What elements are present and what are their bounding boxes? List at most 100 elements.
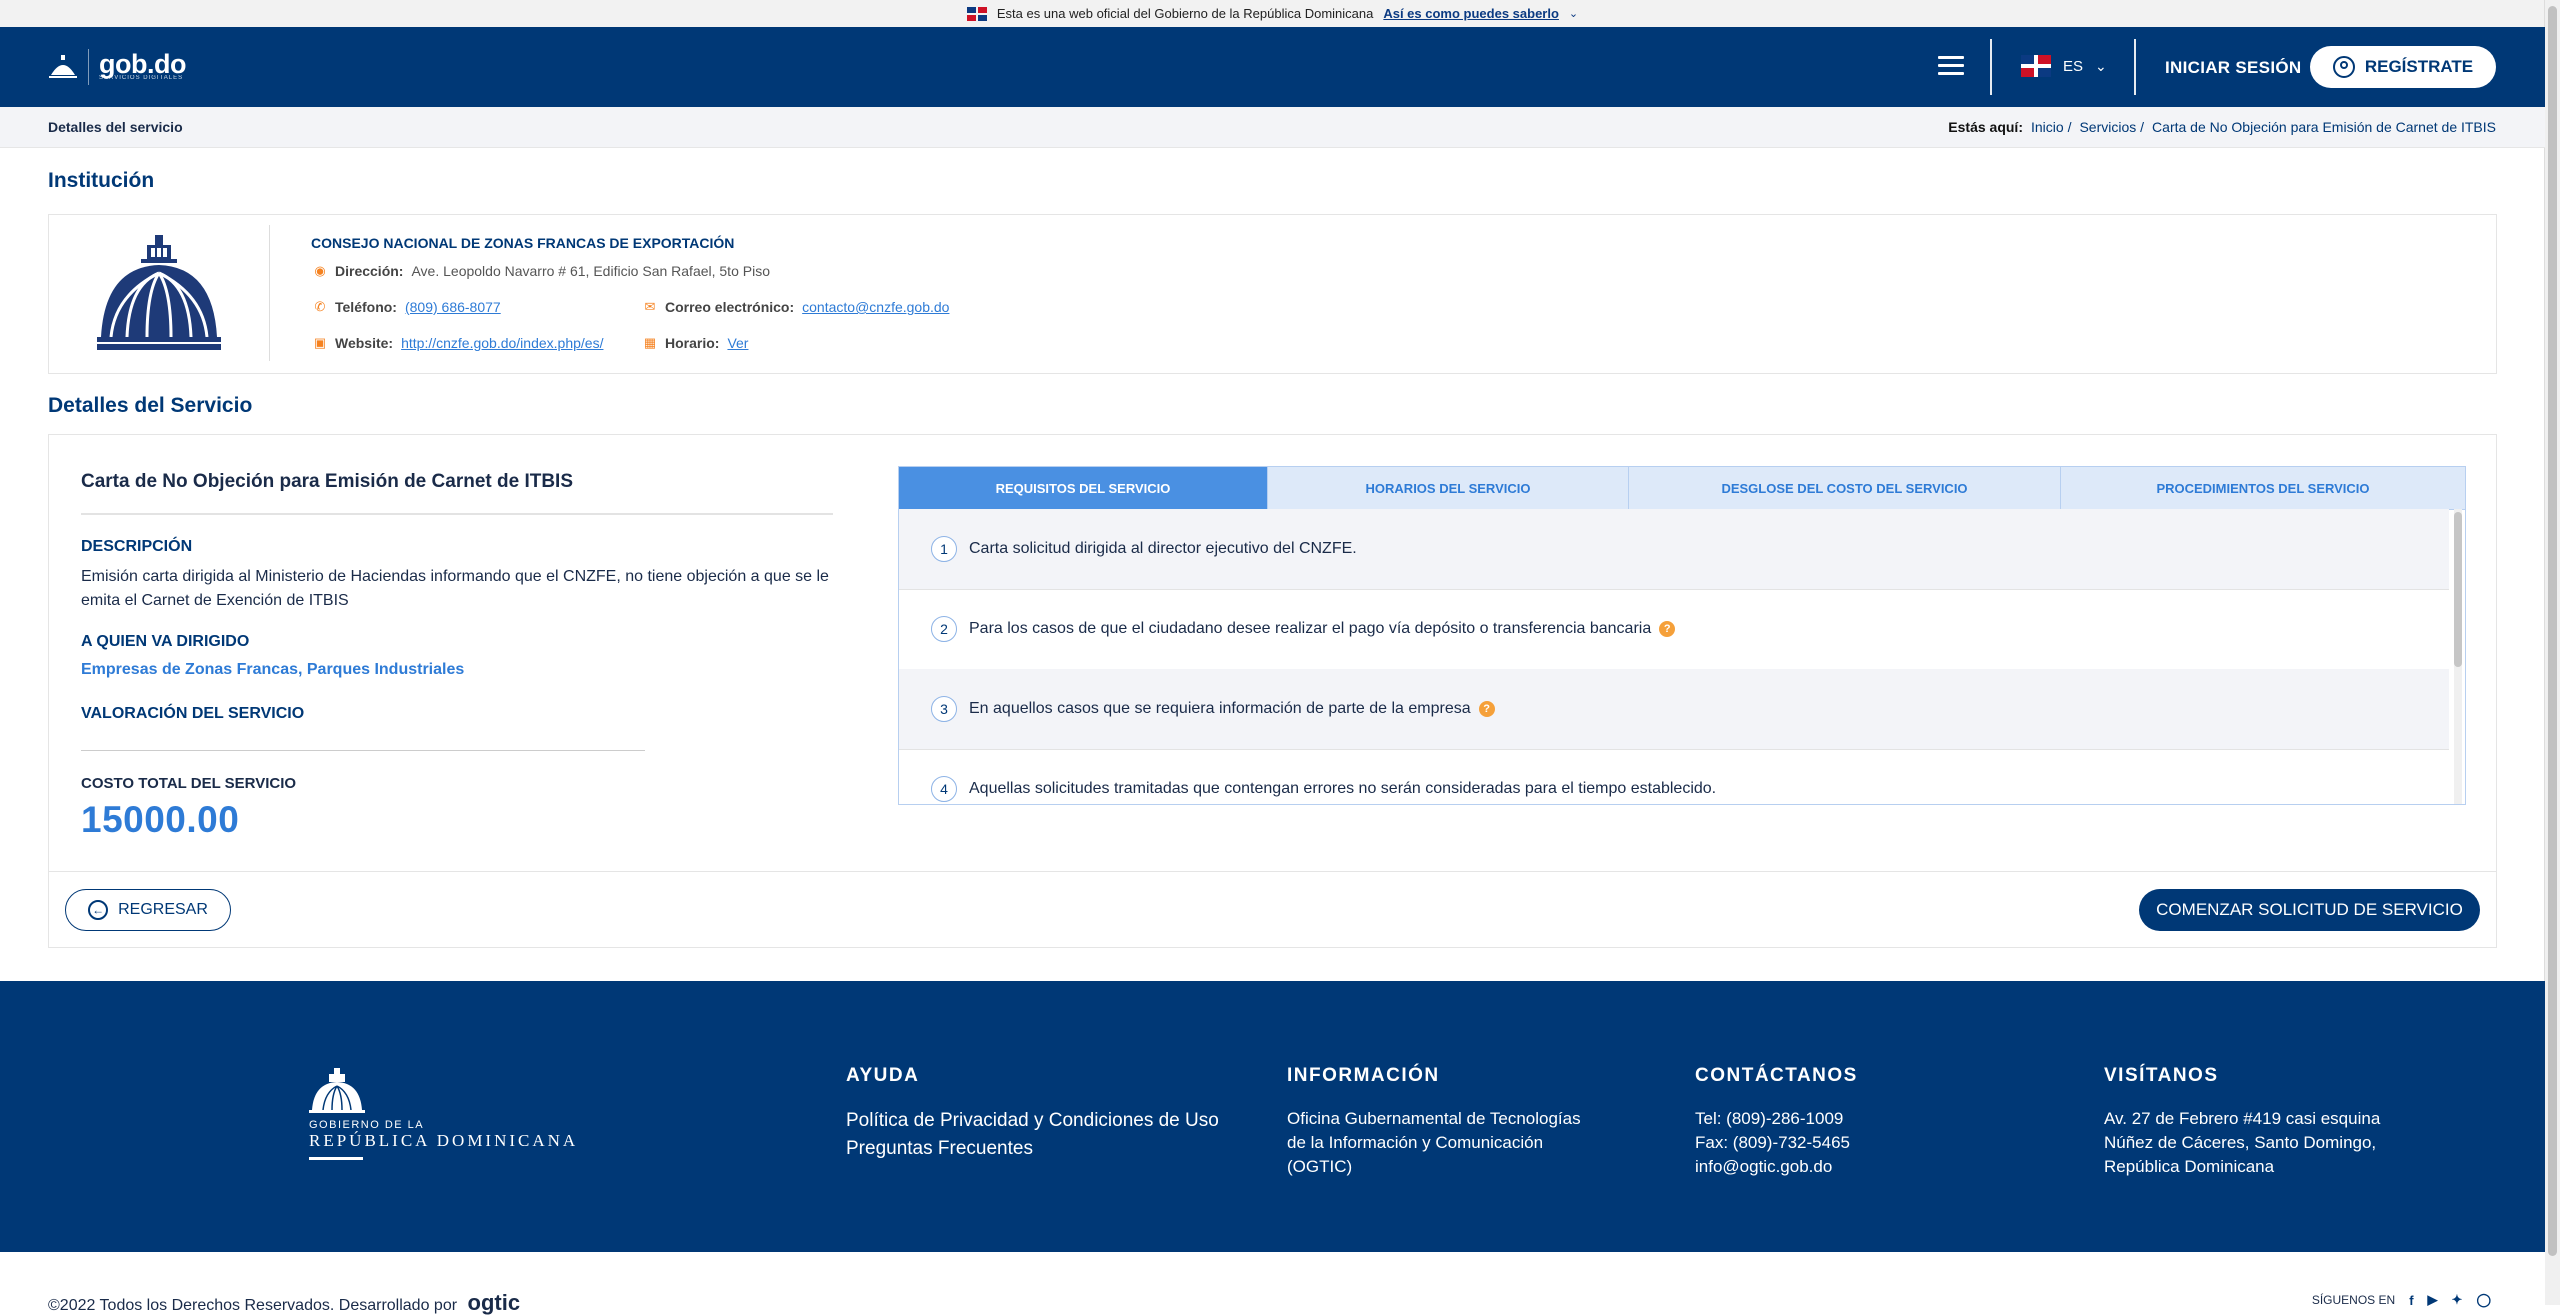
- requirement-text: Para los casos de que el ciudadano desee…: [969, 620, 1652, 637]
- location-pin-icon: ◉: [314, 263, 326, 278]
- facebook-icon[interactable]: f: [2409, 1293, 2413, 1308]
- email-link[interactable]: contacto@cnzfe.gob.do: [802, 299, 949, 315]
- footer-logo: GOBIERNO DE LA REPÚBLICA DOMINICANA: [309, 1068, 578, 1160]
- logo-text: gob.do: [99, 49, 186, 79]
- menu-icon[interactable]: [1938, 51, 1964, 77]
- page-scrollbar[interactable]: [2544, 0, 2560, 1305]
- institution-website: ▣ Website: http://cnzfe.gob.do/index.php…: [313, 335, 604, 351]
- footer-email[interactable]: info@ogtic.gob.do: [1695, 1155, 1858, 1179]
- footer-visit-title: VISÍTANOS: [2104, 1065, 2219, 1086]
- start-request-button[interactable]: COMENZAR SOLICITUD DE SERVICIO: [2139, 889, 2480, 931]
- language-selector[interactable]: ES ⌄: [2021, 55, 2107, 77]
- service-section-title: Detalles del Servicio: [48, 394, 253, 417]
- hours-link[interactable]: Ver: [727, 335, 748, 351]
- rating-divider: [81, 750, 645, 751]
- phone-icon: ✆: [314, 299, 326, 314]
- tab-cost-breakdown[interactable]: DESGLOSE DEL COSTO DEL SERVICIO: [1629, 467, 2061, 509]
- tab-requirements[interactable]: REQUISITOS DEL SERVICIO: [899, 467, 1268, 509]
- breadcrumb-current: Carta de No Objeción para Emisión de Car…: [2152, 119, 2496, 135]
- breadcrumb-label: Estás aquí:: [1948, 119, 2023, 135]
- footer-info-title: INFORMACIÓN: [1287, 1065, 1440, 1086]
- calendar-icon: ▦: [643, 335, 657, 350]
- chevron-down-icon: ⌄: [2095, 57, 2107, 74]
- flag-icon: [966, 6, 987, 21]
- footer-fax: Fax: (809)-732-5465: [1695, 1133, 1850, 1152]
- chevron-down-icon[interactable]: ⌄: [1569, 7, 1578, 20]
- requirement-number: 1: [931, 536, 957, 562]
- site-footer: GOBIERNO DE LA REPÚBLICA DOMINICANA AYUD…: [0, 981, 2545, 1252]
- breadcrumb: Estás aquí: Inicio / Servicios / Carta d…: [1948, 119, 2496, 135]
- requirement-item: 3 En aquellos casos que se requiera info…: [899, 669, 2449, 750]
- breadcrumb-services[interactable]: Servicios /: [2079, 119, 2144, 135]
- bottom-bar: ©2022 Todos los Derechos Reservados. Des…: [0, 1252, 2545, 1315]
- footer-info-line: (OGTIC): [1287, 1157, 1353, 1176]
- ogtic-logo[interactable]: ogtic: [468, 1290, 521, 1315]
- language-label: ES: [2063, 57, 2084, 75]
- footer-info-line: de la Información y Comunicación: [1287, 1133, 1544, 1152]
- panel-scrollbar-thumb[interactable]: [2454, 512, 2462, 667]
- footer-address-line: Av. 27 de Febrero #419 casi esquina: [2104, 1109, 2381, 1128]
- footer-logo-small: GOBIERNO DE LA: [309, 1119, 425, 1131]
- requirement-number: 2: [931, 616, 957, 642]
- site-logo[interactable]: gob.do SERVICIOS DIGITALES: [48, 49, 186, 85]
- page-scrollbar-thumb[interactable]: [2548, 6, 2557, 1256]
- phone-link[interactable]: (809) 686-8077: [405, 299, 501, 315]
- login-link[interactable]: INICIAR SESIÓN: [2165, 58, 2301, 78]
- divider: [81, 513, 833, 515]
- mail-icon: ✉: [644, 299, 656, 314]
- requirement-number: 3: [931, 696, 957, 722]
- footer-contact: CONTÁCTANOS Tel: (809)-286-1009 Fax: (80…: [1695, 1065, 1858, 1179]
- info-icon[interactable]: ?: [1478, 701, 1495, 717]
- arrow-left-icon: ←: [88, 900, 109, 920]
- logo-subtitle: SERVICIOS DIGITALES: [99, 75, 184, 81]
- youtube-icon[interactable]: ▶: [2428, 1292, 2438, 1308]
- header-divider: [1990, 39, 1992, 95]
- requirement-item: 4 Aquellas solicitudes tramitadas que co…: [899, 749, 2449, 804]
- footer-phone: Tel: (809)-286-1009: [1695, 1109, 1844, 1128]
- register-button[interactable]: REGÍSTRATE: [2310, 46, 2496, 88]
- footer-contact-title: CONTÁCTANOS: [1695, 1065, 1858, 1086]
- service-card: Carta de No Objeción para Emisión de Car…: [48, 434, 2497, 948]
- description-label: DESCRIPCIÓN: [81, 538, 193, 555]
- header-divider: [2134, 39, 2136, 95]
- official-site-text: Esta es una web oficial del Gobierno de …: [996, 6, 1374, 21]
- official-site-link[interactable]: Así es como puedes saberlo: [1383, 6, 1559, 21]
- privacy-link[interactable]: Política de Privacidad y Condiciones de …: [846, 1107, 1219, 1135]
- site-header: gob.do SERVICIOS DIGITALES ES ⌄ INICIAR …: [0, 27, 2545, 107]
- institution-card: CONSEJO NACIONAL DE ZONAS FRANCAS DE EXP…: [48, 214, 2497, 374]
- footer-info: INFORMACIÓN Oficina Gubernamental de Tec…: [1287, 1065, 1581, 1179]
- breadcrumb-home[interactable]: Inicio /: [2031, 119, 2071, 135]
- footer-logo-bar: [309, 1157, 363, 1160]
- info-icon[interactable]: ?: [1659, 621, 1676, 637]
- dominican-flag-icon: [2021, 55, 2051, 77]
- browser-icon: ▣: [313, 335, 327, 350]
- institution-phone: ✆ Teléfono: (809) 686-8077: [314, 299, 501, 315]
- instagram-icon[interactable]: ◯: [2476, 1292, 2491, 1308]
- service-audience: Empresas de Zonas Francas, Parques Indus…: [81, 661, 465, 678]
- requirement-item: 1 Carta solicitud dirigida al director e…: [899, 509, 2449, 590]
- website-link[interactable]: http://cnzfe.gob.do/index.php/es/: [401, 335, 603, 351]
- logo-divider: [88, 49, 89, 85]
- tab-schedule[interactable]: HORARIOS DEL SERVICIO: [1268, 467, 1629, 509]
- institution-name: CONSEJO NACIONAL DE ZONAS FRANCAS DE EXP…: [311, 235, 735, 251]
- cost-label: COSTO TOTAL DEL SERVICIO: [81, 775, 297, 792]
- requirement-text: Carta solicitud dirigida al director eje…: [969, 540, 1357, 557]
- twitter-icon[interactable]: ✦: [2452, 1292, 2463, 1308]
- institution-title: Institución: [48, 169, 155, 192]
- faq-link[interactable]: Preguntas Frecuentes: [846, 1135, 1219, 1163]
- back-button[interactable]: ← REGRESAR: [65, 889, 231, 931]
- institution-address: ◉ Dirección: Ave. Leopoldo Navarro # 61,…: [314, 263, 770, 279]
- tab-procedures[interactable]: PROCEDIMIENTOS DEL SERVICIO: [2061, 467, 2465, 509]
- requirement-text: Aquellas solicitudes tramitadas que cont…: [969, 780, 1717, 797]
- card-footer-divider: [49, 871, 2496, 872]
- institution-logo: [97, 235, 221, 350]
- back-label: REGRESAR: [118, 901, 208, 918]
- footer-help-title: AYUDA: [846, 1065, 920, 1086]
- social-links: SÍGUENOS EN f ▶ ✦ ◯: [2312, 1292, 2491, 1308]
- service-title: Carta de No Objeción para Emisión de Car…: [81, 471, 573, 492]
- footer-logo-big: REPÚBLICA DOMINICANA: [309, 1131, 579, 1150]
- institution-email: ✉ Correo electrónico: contacto@cnzfe.gob…: [644, 299, 950, 315]
- service-cost: 15000.00: [81, 799, 240, 840]
- page-title: Detalles del servicio: [48, 119, 183, 135]
- footer-visit: VISÍTANOS Av. 27 de Febrero #419 casi es…: [2104, 1065, 2380, 1179]
